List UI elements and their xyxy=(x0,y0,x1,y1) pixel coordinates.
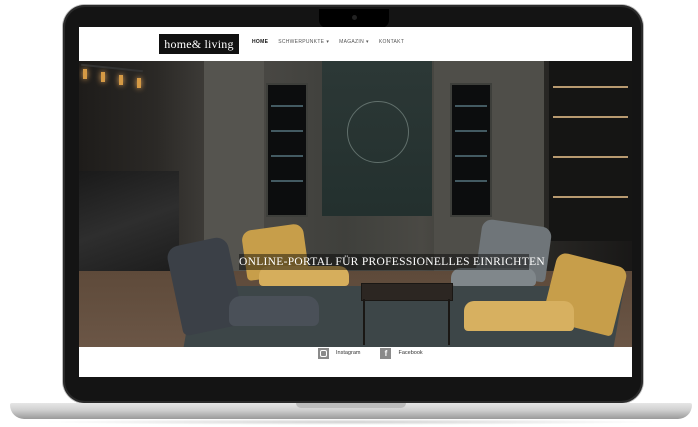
chevron-down-icon: ▾ xyxy=(326,39,330,45)
chair-seat xyxy=(451,268,536,286)
crest-emblem xyxy=(347,101,409,163)
table-leg xyxy=(363,299,365,345)
table-leg xyxy=(448,299,450,345)
nav-item-label: KONTAKT xyxy=(378,39,405,45)
camera-icon xyxy=(352,15,357,20)
main-nav: HOME SCHWERPUNKTE ▾ MAGAZIN ▾ KONTAKT xyxy=(252,39,404,45)
camera-notch xyxy=(319,9,389,28)
site-logo[interactable]: home& living xyxy=(159,34,239,54)
facebook-label: Facebook xyxy=(398,350,423,356)
pendant-lamp xyxy=(137,78,141,88)
site-header: home& living HOME SCHWERPUNKTE ▾ MAGAZIN ▾… xyxy=(79,27,632,61)
wine-cabinet xyxy=(450,83,492,217)
chair-seat xyxy=(464,301,574,331)
coffee-table xyxy=(361,283,453,301)
nav-item-schwerpunkte[interactable]: SCHWERPUNKTE ▾ xyxy=(278,39,329,45)
nav-item-kontakt[interactable]: KONTAKT xyxy=(379,39,404,45)
instagram-label: Instagram xyxy=(336,350,361,356)
pendant-lamp xyxy=(119,75,123,85)
nav-item-magazin[interactable]: MAGAZIN ▾ xyxy=(339,39,369,45)
nav-item-label: HOME xyxy=(252,39,269,45)
lamp-rail xyxy=(81,63,143,73)
nav-item-home[interactable]: HOME xyxy=(252,39,268,45)
pendant-lamp xyxy=(83,69,87,79)
hero-image: ONLINE-PORTAL FÜR PROFESSIONELLES EINRIC… xyxy=(79,61,632,347)
facebook-icon: f xyxy=(380,347,392,359)
pendant-lamp xyxy=(101,72,105,82)
instagram-link[interactable]: Instagram xyxy=(318,347,361,359)
base-shadow xyxy=(40,419,660,425)
nav-item-label: MAGAZIN xyxy=(339,39,365,45)
nav-item-label: SCHWERPUNKTE xyxy=(278,39,325,45)
chair-seat xyxy=(229,296,319,326)
chevron-down-icon: ▾ xyxy=(366,39,369,45)
instagram-icon xyxy=(318,347,329,359)
browser-viewport: home& living HOME SCHWERPUNKTE ▾ MAGAZIN ▾… xyxy=(79,27,632,377)
wine-cabinet xyxy=(266,83,308,217)
display-shelves xyxy=(549,61,632,241)
social-links: Instagram f Facebook xyxy=(318,347,423,359)
hero-title: ONLINE-PORTAL FÜR PROFESSIONELLES EINRIC… xyxy=(239,254,546,270)
base-opening-notch xyxy=(296,403,406,408)
facebook-link[interactable]: f Facebook xyxy=(380,347,423,359)
